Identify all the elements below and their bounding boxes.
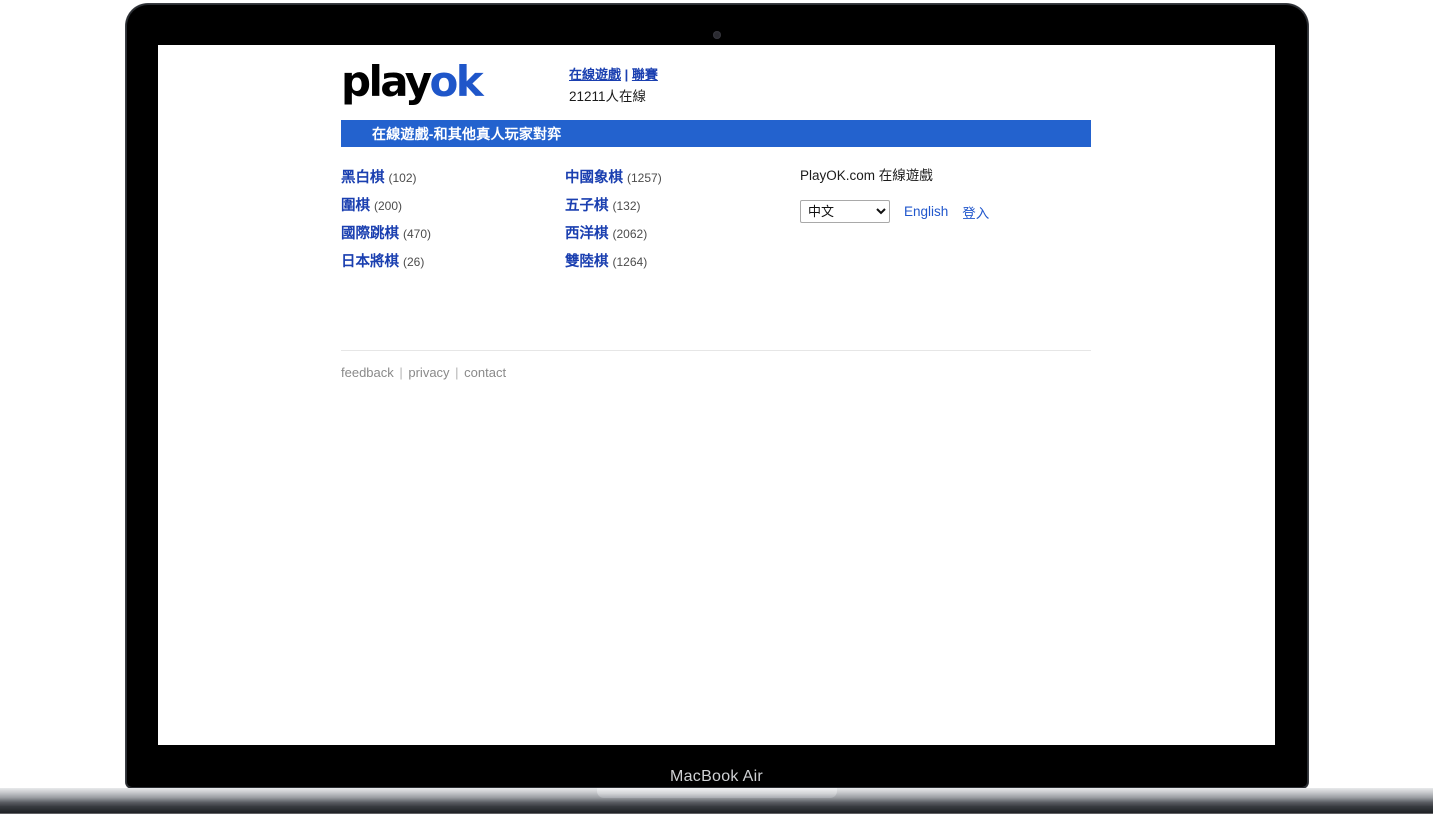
camera-dot-icon — [713, 31, 721, 39]
game-item-xiangqi: 中國象棋 (1257) — [565, 167, 662, 195]
game-count-gomoku: (132) — [612, 199, 641, 213]
laptop-screen: playok 在線遊戲 | 聯賽 21211人在線 在線遊戲-和其他真人玩家對弈… — [158, 45, 1275, 745]
footer: feedback | privacy | contact — [341, 365, 506, 380]
game-count-checkers: (470) — [403, 227, 432, 241]
game-count-othello: (102) — [388, 171, 417, 185]
game-link-go[interactable]: 圍棋 — [341, 198, 370, 214]
side-panel: PlayOK.com 在線遊戲 中文 English English 登入 — [800, 167, 1080, 223]
nav-separator: | — [621, 67, 632, 82]
game-item-go: 圍棋 (200) — [341, 195, 431, 223]
masthead: playok 在線遊戲 | 聯賽 21211人在線 — [341, 45, 1091, 123]
nav-link-online-games[interactable]: 在線遊戲 — [569, 67, 621, 82]
game-count-shogi: (26) — [403, 255, 425, 269]
footer-separator-1: | — [395, 365, 407, 380]
game-list-column-2: 中國象棋 (1257) 五子棋 (132) 西洋棋 (2062) 雙陸棋 (1264) — [565, 167, 662, 279]
page-banner: 在線遊戲-和其他真人玩家對弈 — [341, 120, 1091, 147]
game-link-backgammon[interactable]: 雙陸棋 — [565, 254, 609, 270]
game-item-gomoku: 五子棋 (132) — [565, 195, 662, 223]
game-item-backgammon: 雙陸棋 (1264) — [565, 251, 662, 279]
game-link-othello[interactable]: 黑白棋 — [341, 170, 385, 186]
device-model-label: MacBook Air — [669, 768, 764, 785]
banner-title: 在線遊戲-和其他真人玩家對弈 — [372, 126, 562, 142]
game-count-xiangqi: (1257) — [627, 171, 662, 185]
online-player-count: 21211人在線 — [569, 89, 647, 104]
nav-link-league[interactable]: 聯賽 — [632, 67, 658, 82]
footer-link-contact[interactable]: contact — [464, 365, 506, 380]
game-item-shogi: 日本將棋 (26) — [341, 251, 431, 279]
game-link-chess[interactable]: 西洋棋 — [565, 226, 609, 242]
laptop-base-notch — [597, 788, 837, 798]
footer-link-feedback[interactable]: feedback — [341, 365, 394, 380]
game-item-chess: 西洋棋 (2062) — [565, 223, 662, 251]
game-link-gomoku[interactable]: 五子棋 — [565, 198, 609, 214]
english-link[interactable]: English — [904, 204, 948, 219]
game-item-othello: 黑白棋 (102) — [341, 167, 431, 195]
playok-homepage: playok 在線遊戲 | 聯賽 21211人在線 在線遊戲-和其他真人玩家對弈… — [158, 45, 1275, 745]
logo-text-ok: ok — [429, 57, 484, 106]
game-list-column-1: 黑白棋 (102) 圍棋 (200) 國際跳棋 (470) 日本將棋 (26) — [341, 167, 431, 279]
game-link-xiangqi[interactable]: 中國象棋 — [565, 170, 623, 186]
game-link-shogi[interactable]: 日本將棋 — [341, 254, 399, 270]
playok-logo[interactable]: playok — [341, 61, 484, 103]
game-link-checkers[interactable]: 國際跳棋 — [341, 226, 399, 242]
masthead-nav: 在線遊戲 | 聯賽 — [569, 65, 658, 84]
page-container: playok 在線遊戲 | 聯賽 21211人在線 在線遊戲-和其他真人玩家對弈… — [341, 45, 1091, 380]
game-count-backgammon: (1264) — [612, 255, 648, 269]
side-panel-title: PlayOK.com 在線遊戲 — [800, 168, 933, 183]
game-count-go: (200) — [374, 199, 403, 213]
footer-link-privacy[interactable]: privacy — [408, 365, 449, 380]
footer-divider — [341, 350, 1091, 351]
logo-text-play: play — [341, 57, 432, 106]
footer-separator-2: | — [451, 365, 463, 380]
game-item-checkers: 國際跳棋 (470) — [341, 223, 431, 251]
laptop-base-shadow — [0, 806, 1433, 823]
side-panel-controls: 中文 English English 登入 — [800, 200, 1080, 223]
laptop-mockup: playok 在線遊戲 | 聯賽 21211人在線 在線遊戲-和其他真人玩家對弈… — [0, 0, 1433, 823]
login-link[interactable]: 登入 — [962, 202, 989, 222]
game-count-chess: (2062) — [612, 227, 648, 241]
language-select[interactable]: 中文 English — [800, 200, 890, 223]
